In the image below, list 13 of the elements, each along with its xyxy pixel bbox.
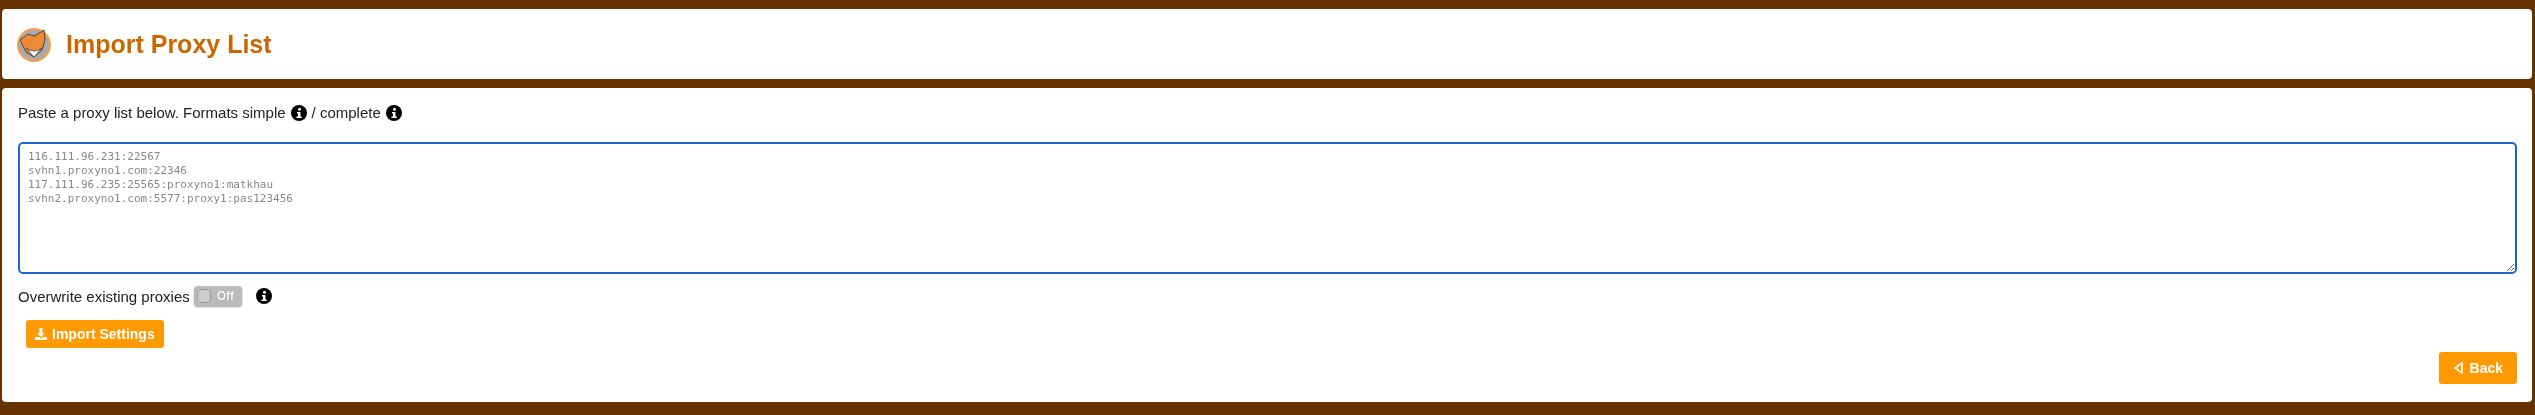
- proxy-list-field[interactable]: 116.111.96.231:22567 svhn1.proxyno1.com:22346 117.111.96.235:25565:proxyno1:matkhau svhn2.proxyno1.com:5577:proxy1:pas123456: [18, 142, 2517, 274]
- page-title: Import Proxy List: [66, 29, 272, 59]
- info-icon[interactable]: [385, 104, 402, 121]
- instructions-text: Paste a proxy list below. Formats simple: [18, 104, 286, 121]
- overwrite-label: Overwrite existing proxies: [18, 287, 190, 305]
- separator-text: / complete: [311, 104, 381, 121]
- back-button[interactable]: Back: [2438, 352, 2517, 384]
- info-icon[interactable]: [256, 288, 273, 304]
- overwrite-toggle[interactable]: Off: [193, 286, 243, 306]
- back-arrow-icon: [2452, 362, 2465, 374]
- download-icon: [35, 328, 47, 340]
- import-settings-button[interactable]: Import Settings: [26, 320, 164, 348]
- info-icon[interactable]: [290, 104, 307, 121]
